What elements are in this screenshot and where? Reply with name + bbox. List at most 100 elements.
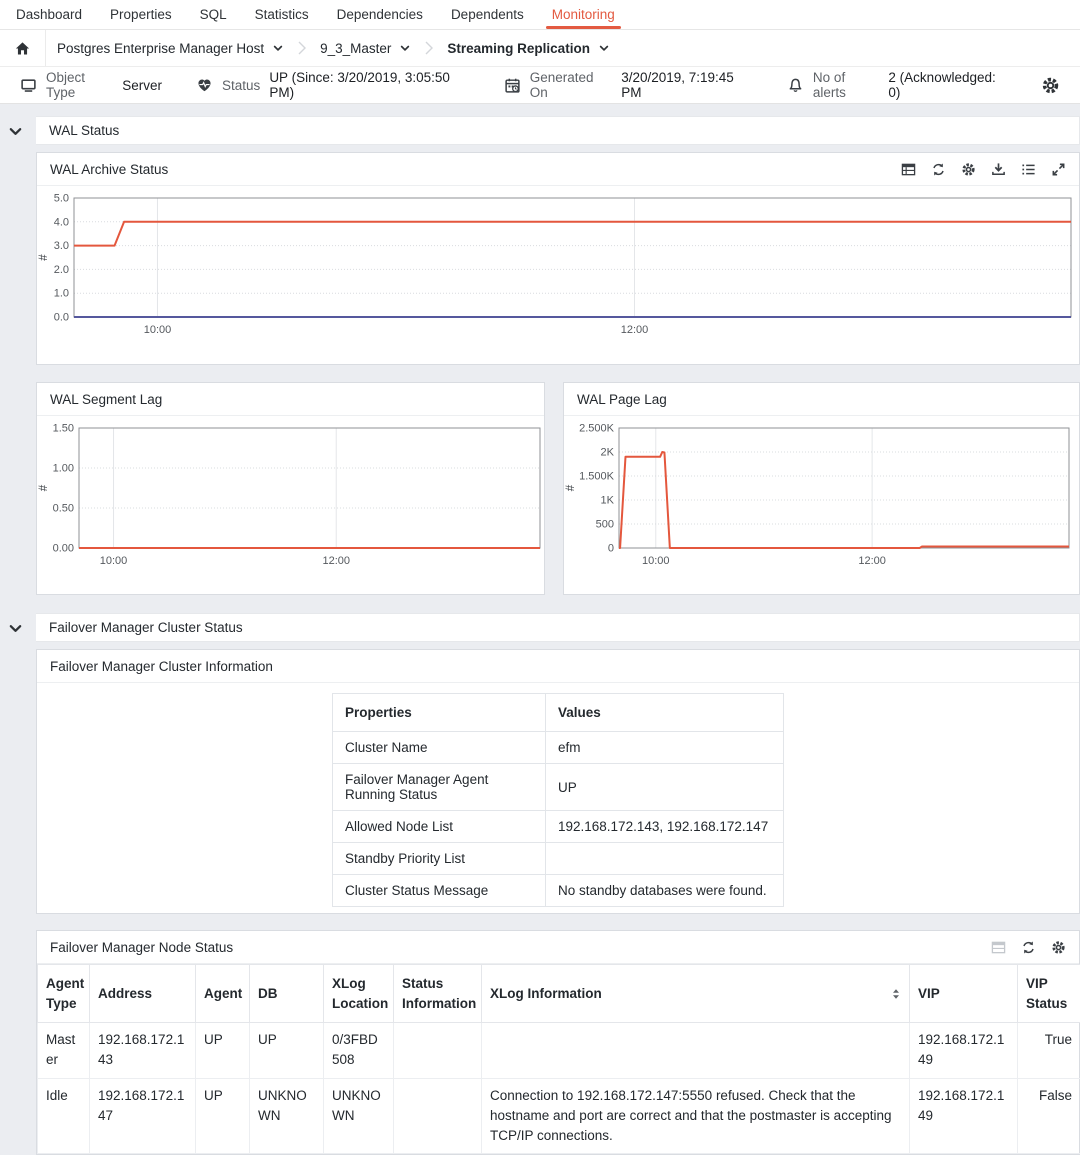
xlog-information-column-header[interactable]: XLog Information <box>482 965 910 1023</box>
svg-text:4.0: 4.0 <box>54 216 69 228</box>
wal-page-chart[interactable]: 10:0012:0005001K1.500K2K2.500K# <box>564 416 1079 594</box>
wal-segment-chart[interactable]: 10:0012:000.000.501.001.50# <box>37 416 544 594</box>
svg-text:#: # <box>565 484 577 491</box>
table-row[interactable]: Master 192.168.172.143 UP UP 0/3FBD508 1… <box>38 1023 1080 1079</box>
panel-title: WAL Page Lag <box>577 392 667 407</box>
generated-on-value: 3/20/2019, 7:19:45 PM <box>621 70 753 100</box>
breadcrumb-separator-icon <box>295 30 309 66</box>
collapse-chevron-icon[interactable] <box>8 621 23 636</box>
svg-text:1.50: 1.50 <box>53 423 74 435</box>
alerts-item: No of alerts 2 (Acknowledged: 0) <box>787 70 1007 100</box>
tab-properties[interactable]: Properties <box>96 0 186 29</box>
cluster-information-panel: Failover Manager Cluster Information Pro… <box>36 649 1080 914</box>
db-column-header[interactable]: DB <box>250 965 324 1023</box>
legend-list-icon[interactable] <box>1021 162 1036 177</box>
tab-monitoring[interactable]: Monitoring <box>538 0 629 29</box>
svg-text:5.0: 5.0 <box>54 193 69 205</box>
panel-toolbar <box>991 940 1066 955</box>
svg-text:0: 0 <box>608 543 614 555</box>
status-value: UP (Since: 3/20/2019, 3:05:50 PM) <box>269 70 469 100</box>
status-item: Status UP (Since: 3/20/2019, 3:05:50 PM) <box>196 70 470 100</box>
svg-text:2K: 2K <box>601 447 615 459</box>
tab-dependencies[interactable]: Dependencies <box>323 0 437 29</box>
cluster-info-panel-header: Failover Manager Cluster Information <box>37 650 1079 683</box>
agent-column-header[interactable]: Agent <box>196 965 250 1023</box>
breadcrumb-item-server[interactable]: 9_3_Master <box>309 30 422 66</box>
status-information-column-header[interactable]: Status Information <box>394 965 482 1023</box>
wal-status-section-header[interactable]: WAL Status <box>36 116 1080 145</box>
svg-text:12:00: 12:00 <box>858 555 886 567</box>
properties-column-header: Properties <box>333 694 546 732</box>
home-button[interactable] <box>0 30 46 66</box>
gear-icon[interactable] <box>1051 940 1066 955</box>
object-type-item: Object Type Server <box>20 70 162 100</box>
wal-archive-status-panel: WAL Archive Status <box>36 152 1080 365</box>
generated-on-item: Generated On 3/20/2019, 7:19:45 PM <box>504 70 753 100</box>
refresh-icon[interactable] <box>1021 940 1036 955</box>
panel-title: Failover Manager Cluster Information <box>50 659 273 674</box>
svg-text:1.00: 1.00 <box>53 463 74 475</box>
svg-text:1.500K: 1.500K <box>579 471 615 483</box>
table-header-row: Properties Values <box>333 694 784 732</box>
refresh-icon[interactable] <box>931 162 946 177</box>
generated-on-label: Generated On <box>530 70 613 100</box>
dashboard-content: WAL Status WAL Archive Status <box>0 104 1080 1155</box>
table-row[interactable]: Idle 192.168.172.147 UP UNKNOWN UNKNOWN … <box>38 1078 1080 1154</box>
breadcrumb-item-dashboard[interactable]: Streaming Replication <box>436 30 621 66</box>
breadcrumb-separator-icon <box>422 30 436 66</box>
top-tab-bar: Dashboard Properties SQL Statistics Depe… <box>0 0 1080 30</box>
svg-text:500: 500 <box>596 519 614 531</box>
status-label: Status <box>222 78 260 93</box>
info-bar: Object Type Server Status UP (Since: 3/2… <box>0 67 1080 104</box>
section-failover-manager: Failover Manager Cluster Status Failover… <box>0 613 1080 1155</box>
gear-icon[interactable] <box>961 162 976 177</box>
panel-title: WAL Segment Lag <box>50 392 162 407</box>
breadcrumb-host-label: Postgres Enterprise Manager Host <box>57 41 264 56</box>
breadcrumb-server-label: 9_3_Master <box>320 41 391 56</box>
failover-section-header[interactable]: Failover Manager Cluster Status <box>36 613 1080 642</box>
address-column-header[interactable]: Address <box>90 965 196 1023</box>
tab-statistics[interactable]: Statistics <box>241 0 323 29</box>
section-wal-status: WAL Status WAL Archive Status <box>0 116 1080 595</box>
svg-text:0.00: 0.00 <box>53 543 74 555</box>
breadcrumb: Postgres Enterprise Manager Host 9_3_Mas… <box>0 30 1080 67</box>
wal-page-panel-header: WAL Page Lag <box>564 383 1079 416</box>
object-type-value: Server <box>122 78 162 93</box>
cluster-information-table: Properties Values Cluster Name efm Failo… <box>332 693 784 907</box>
tab-dashboard[interactable]: Dashboard <box>2 0 96 29</box>
vip-status-column-header[interactable]: VIP Status <box>1018 965 1080 1023</box>
breadcrumb-dashboard-label: Streaming Replication <box>447 41 590 56</box>
table-row: Cluster Status Message No standby databa… <box>333 875 784 907</box>
download-icon[interactable] <box>991 162 1006 177</box>
svg-text:10:00: 10:00 <box>100 555 128 567</box>
breadcrumb-item-host[interactable]: Postgres Enterprise Manager Host <box>46 30 295 66</box>
tab-dependents[interactable]: Dependents <box>437 0 538 29</box>
wal-archive-panel-header: WAL Archive Status <box>37 153 1079 186</box>
vip-column-header[interactable]: VIP <box>910 965 1018 1023</box>
table-row: Allowed Node List 192.168.172.143, 192.1… <box>333 811 784 843</box>
monitor-icon <box>20 77 37 94</box>
table-row: Standby Priority List <box>333 843 784 875</box>
settings-gear-icon[interactable] <box>1041 76 1060 95</box>
tab-sql[interactable]: SQL <box>186 0 241 29</box>
table-view-icon[interactable] <box>901 162 916 177</box>
chevron-down-icon <box>272 42 284 54</box>
sort-icon[interactable] <box>891 988 901 1000</box>
panel-title: WAL Archive Status <box>50 162 168 177</box>
wal-segment-lag-panel: WAL Segment Lag 10:0012:000.000.501.001.… <box>36 382 545 595</box>
svg-text:#: # <box>38 484 50 491</box>
agent-type-column-header[interactable]: Agent Type <box>38 965 90 1023</box>
xlog-location-column-header[interactable]: XLog Location <box>324 965 394 1023</box>
svg-text:0.50: 0.50 <box>53 503 74 515</box>
alerts-label: No of alerts <box>813 70 880 100</box>
panel-title: Failover Manager Node Status <box>50 940 233 955</box>
table-row: Failover Manager Agent Running Status UP <box>333 764 784 811</box>
chevron-down-icon <box>399 42 411 54</box>
svg-text:1K: 1K <box>601 495 615 507</box>
expand-icon[interactable] <box>1051 162 1066 177</box>
node-status-table: Agent Type Address Agent DB XLog Locatio… <box>37 964 1080 1154</box>
svg-text:10:00: 10:00 <box>144 324 172 336</box>
collapse-chevron-icon[interactable] <box>8 124 23 139</box>
home-icon <box>14 40 31 57</box>
wal-archive-chart[interactable]: 10:0012:000.01.02.03.04.05.0# <box>37 186 1079 364</box>
